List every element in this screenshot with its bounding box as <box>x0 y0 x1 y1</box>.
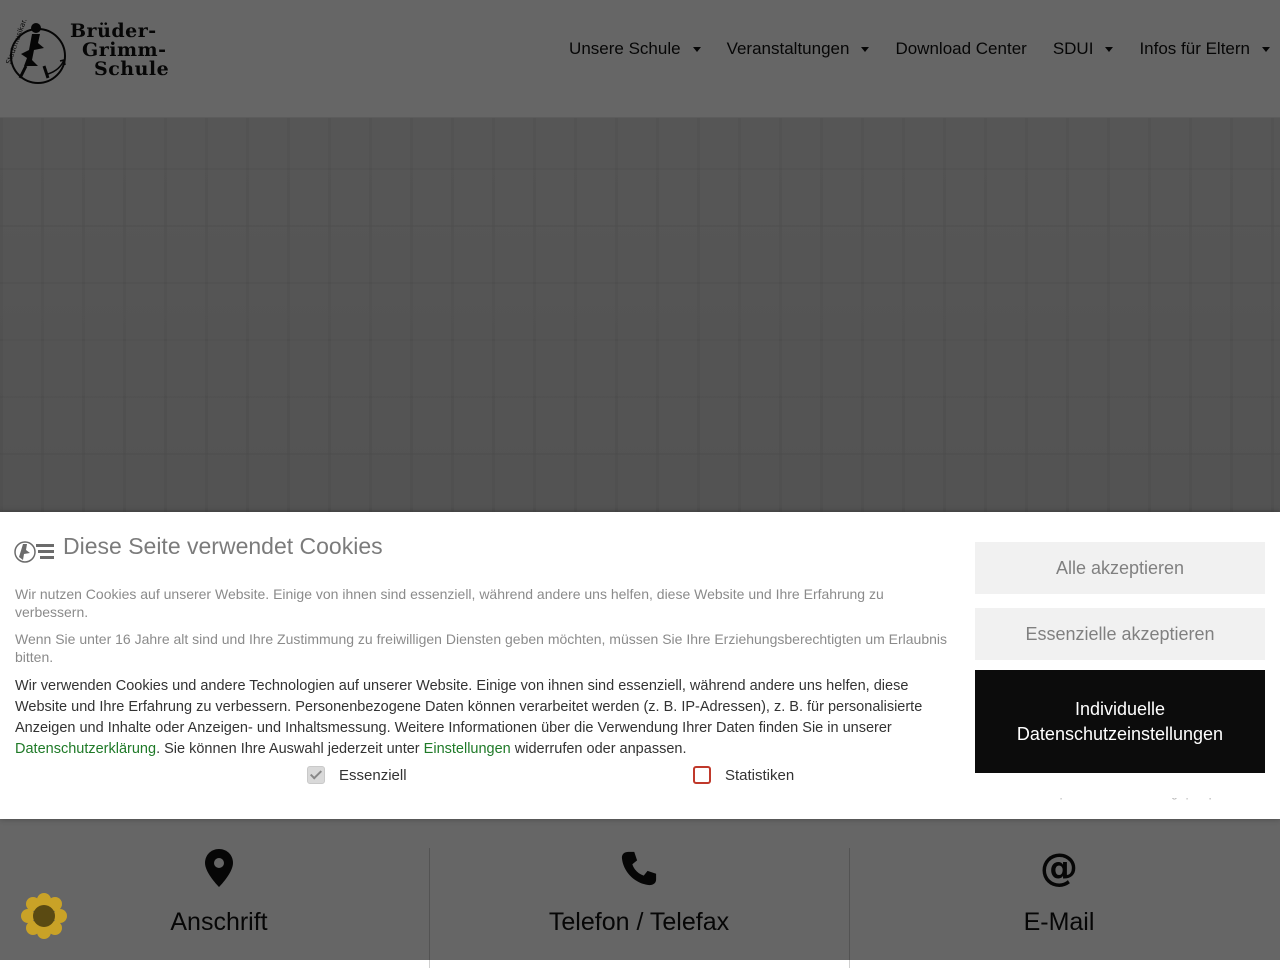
individual-privacy-settings-label: Individuelle Datenschutzeinstellungen <box>1016 698 1224 744</box>
site-header: Stadtmusikanten Brüder- Grimm- Schule Un… <box>0 0 1280 118</box>
caret-down-icon <box>1262 46 1270 52</box>
logo-line-3: Schule <box>94 58 170 80</box>
cookie-age-notice: Wenn Sie unter 16 Jahre alt sind und Ihr… <box>15 631 948 665</box>
cookie-headline: Diese Seite verwendet Cookies <box>63 533 383 559</box>
statistics-checkbox[interactable]: Statistiken <box>693 766 794 784</box>
contact-phone: Telefon / Telefax <box>429 848 850 968</box>
nav-label: Unsere Schule <box>569 39 681 58</box>
logo-emblem-icon: Stadtmusikanten <box>5 20 66 84</box>
essential-checkbox-label: Essenziell <box>339 766 407 784</box>
accept-all-button[interactable]: Alle akzeptieren <box>975 542 1265 594</box>
nav-item-download-center[interactable]: Download Center <box>895 36 1026 62</box>
details-text-part-1: Wir verwenden Cookies und andere Technol… <box>15 678 923 736</box>
caret-down-icon <box>861 46 870 52</box>
nav-label: SDUI <box>1052 39 1094 58</box>
map-pin-icon <box>205 849 233 887</box>
school-logo[interactable]: Stadtmusikanten Brüder- Grimm- Schule <box>4 20 184 88</box>
main-navigation: Unsere Schule Veranstaltungen Download C… <box>543 36 1270 62</box>
nav-label: Veranstaltungen <box>726 39 850 58</box>
privacy-policy-inline-link[interactable]: Datenschutzerklärung <box>15 741 156 757</box>
settings-inline-link[interactable]: Einstellungen <box>424 741 511 757</box>
checkbox-checked-icon[interactable] <box>307 766 325 784</box>
contact-address: Anschrift <box>9 848 430 968</box>
nav-item-veranstaltungen[interactable]: Veranstaltungen <box>727 36 870 62</box>
nav-label: Infos für Eltern <box>1139 39 1250 58</box>
logo-wordmark: Brüder- Grimm- Schule <box>70 22 169 79</box>
caret-down-icon <box>692 46 701 52</box>
nav-item-infos-fuer-eltern[interactable]: Infos für Eltern <box>1139 36 1270 62</box>
contact-phone-title: Telefon / Telefax <box>548 908 730 936</box>
statistics-checkbox-label: Statistiken <box>725 766 795 784</box>
cookie-logo-icon <box>14 541 54 563</box>
nav-label: Download Center <box>895 39 1027 58</box>
at-icon: @ <box>1040 848 1078 888</box>
contact-email: @ E-Mail <box>849 848 1269 968</box>
nav-item-sdui[interactable]: SDUI <box>1053 36 1114 62</box>
nav-item-unsere-schule[interactable]: Unsere Schule <box>569 36 701 62</box>
cookie-details-text: Wir verwenden Cookies und andere Technol… <box>15 676 945 760</box>
accept-essential-button[interactable]: Essenzielle akzeptieren <box>975 608 1265 660</box>
details-text-part-3: widerrufen oder anpassen. <box>510 741 687 757</box>
details-text-part-2: . Sie können Ihre Auswahl jederzeit unte… <box>156 741 424 757</box>
hero-image <box>0 118 1280 512</box>
contact-address-title: Anschrift <box>170 908 268 936</box>
contact-email-title: E-Mail <box>1023 908 1095 936</box>
svg-text:@: @ <box>1040 848 1078 888</box>
cookie-intro-text: Wir nutzen Cookies auf unserer Website. … <box>15 586 884 620</box>
phone-icon <box>621 851 657 886</box>
privacy-settings-badge-icon[interactable] <box>20 892 68 940</box>
checkbox-unchecked-icon[interactable] <box>693 766 711 784</box>
contact-section: Anschrift Telefon / Telefax @ E-Mail <box>0 820 1280 968</box>
caret-down-icon <box>1105 46 1114 52</box>
essential-checkbox[interactable]: Essenziell <box>307 766 407 784</box>
individual-privacy-settings-button[interactable]: Individuelle Datenschutzeinstellungen <box>975 670 1265 773</box>
